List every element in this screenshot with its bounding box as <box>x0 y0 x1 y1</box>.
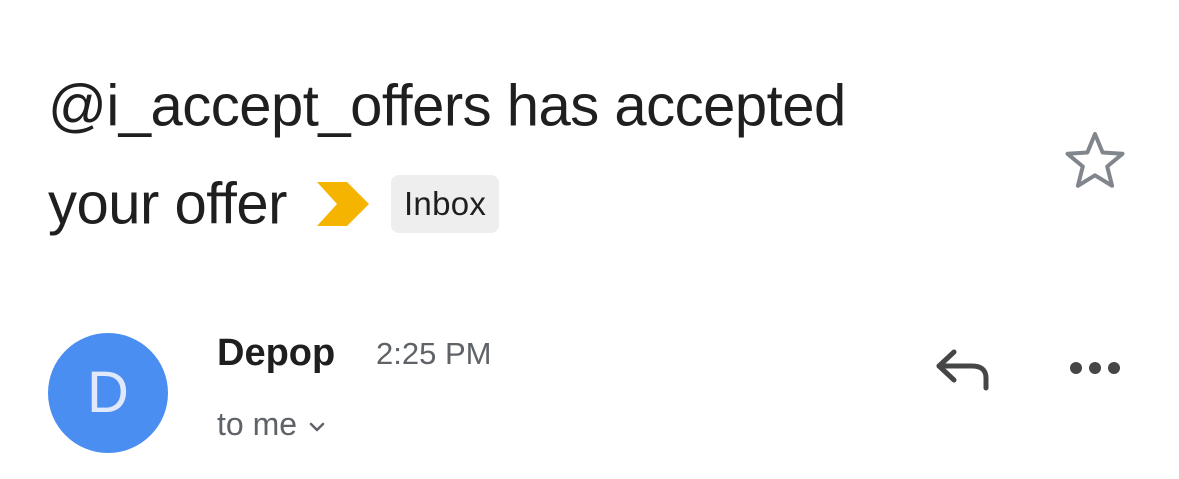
sender-name: Depop <box>217 332 336 374</box>
recipient-toggle[interactable]: to me <box>217 402 325 446</box>
avatar[interactable]: D <box>48 333 168 453</box>
subject-line-2: your offer Inbox <box>48 154 1028 252</box>
timestamp: 2:25 PM <box>376 336 492 371</box>
subject-text-1: @i_accept_offers has accepted <box>48 73 846 139</box>
subject-line-1: @i_accept_offers has accepted <box>48 56 1028 154</box>
more-horizontal-icon[interactable] <box>1068 357 1122 379</box>
recipient-label: to me <box>217 406 298 442</box>
inbox-label-chip[interactable]: Inbox <box>390 175 500 234</box>
subject-text-2: your offer <box>48 171 287 237</box>
email-subject: @i_accept_offers has accepted your offer… <box>48 56 1028 251</box>
importance-marker-icon[interactable] <box>316 182 369 227</box>
reply-icon[interactable] <box>934 346 992 392</box>
email-header: @i_accept_offers has accepted your offer… <box>0 0 1179 479</box>
star-outline-icon[interactable] <box>1064 130 1126 190</box>
chevron-down-icon <box>309 422 325 431</box>
